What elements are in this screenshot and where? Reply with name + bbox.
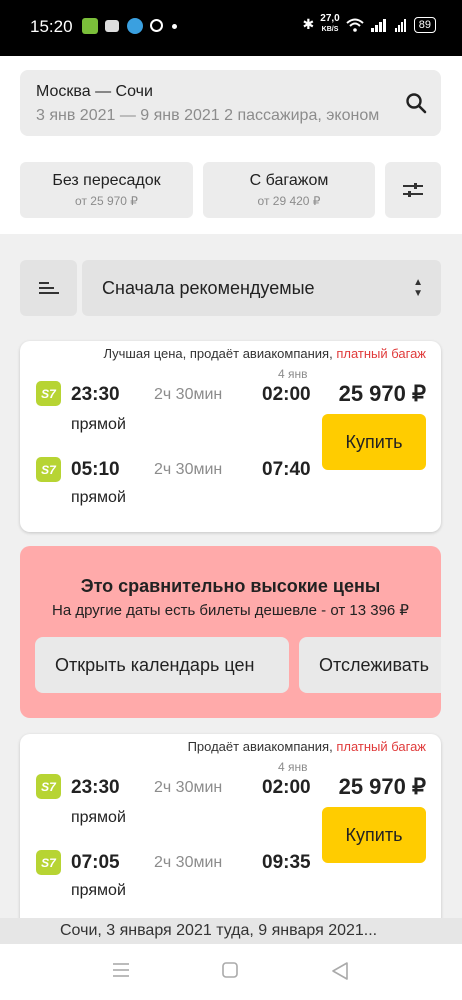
wifi-icon xyxy=(346,18,364,32)
search-footer[interactable]: Сочи, 3 января 2021 туда, 9 января 2021.… xyxy=(0,918,462,944)
search-details: 3 янв 2021 — 9 янв 2021 2 пассажира, эко… xyxy=(36,107,380,124)
dot-notification-icon xyxy=(172,24,177,29)
track-prices-button[interactable]: Отслеживать xyxy=(299,637,441,693)
system-navigation-bar xyxy=(0,944,462,1000)
offer-baggage-warning: платный багаж xyxy=(336,346,426,361)
offer-date: 4 янв xyxy=(278,367,308,381)
net-speed-unit: KB/S xyxy=(321,26,339,33)
sort-lines-icon xyxy=(38,282,59,294)
status-right: ✱ 27,0 KB/S 89 xyxy=(303,14,436,35)
sort-select-label: Сначала рекомендуемые xyxy=(102,278,315,298)
home-nav-icon[interactable] xyxy=(222,962,238,978)
buy-button[interactable]: Купить xyxy=(322,807,426,863)
price-alert-message: На другие даты есть билеты дешевле - от … xyxy=(52,602,409,619)
offer-baggage-warning: платный багаж xyxy=(336,739,426,754)
offer-header: Продаёт авиакомпания, платный багаж xyxy=(188,739,426,754)
inbound-duration: 2ч 30мин xyxy=(154,854,223,871)
gs-notification-icon xyxy=(105,20,119,32)
sort-order-button[interactable] xyxy=(20,260,77,316)
search-summary[interactable]: Москва — Сочи 3 янв 2021 — 9 янв 2021 2 … xyxy=(20,70,441,136)
outbound-depart: 23:30 xyxy=(71,384,120,405)
offer-price: 25 970 ₽ xyxy=(338,774,426,799)
search-header: Москва — Сочи 3 янв 2021 — 9 янв 2021 2 … xyxy=(0,56,462,234)
price-alert: Это сравнительно высокие цены На другие … xyxy=(20,546,441,718)
inbound-depart: 05:10 xyxy=(71,459,120,480)
offer-card[interactable]: Продаёт авиакомпания, платный багаж 4 ян… xyxy=(20,734,441,934)
outbound-arrive: 02:00 xyxy=(262,777,311,798)
inbound-depart: 07:05 xyxy=(71,852,120,873)
outbound-duration: 2ч 30мин xyxy=(154,386,223,403)
signal-icon xyxy=(370,18,386,32)
net-speed-value: 27,0 xyxy=(320,13,340,24)
select-arrows-icon: ▲ ▼ xyxy=(413,277,423,299)
signal-2-icon xyxy=(394,18,406,32)
network-speed: 27,0 KB/S xyxy=(320,14,339,35)
bluetooth-icon: ✱ xyxy=(302,16,315,32)
shield-notification-icon xyxy=(127,18,143,34)
s7-airline-logo: S7 xyxy=(36,457,61,482)
filter-nonstop[interactable]: Без пересадок от 25 970 ₽ xyxy=(20,162,193,218)
fan-notification-icon xyxy=(150,19,163,32)
filter-nonstop-price: от 25 970 ₽ xyxy=(75,194,138,208)
offer-seller: Продаёт авиакомпания, xyxy=(187,739,337,754)
outbound-depart: 23:30 xyxy=(71,777,120,798)
back-nav-icon[interactable] xyxy=(332,962,348,980)
inbound-arrive: 09:35 xyxy=(262,852,311,873)
inbound-arrive: 07:40 xyxy=(262,459,311,480)
s7-airline-logo: S7 xyxy=(36,381,61,406)
filter-baggage-title: С багажом xyxy=(249,172,329,189)
inbound-stops: прямой xyxy=(71,489,126,506)
gallery-notification-icon xyxy=(82,18,98,34)
status-time: 15:20 xyxy=(30,17,73,36)
status-bar: 15:20 ✱ 27,0 KB/S 89 xyxy=(0,0,462,56)
search-footer-text: Сочи, 3 января 2021 туда, 9 января 2021.… xyxy=(60,922,378,939)
search-icon[interactable] xyxy=(405,92,427,114)
outbound-arrive: 02:00 xyxy=(262,384,311,405)
buy-button[interactable]: Купить xyxy=(322,414,426,470)
sort-select[interactable]: Сначала рекомендуемые ▲ ▼ xyxy=(82,260,441,316)
filter-baggage-price: от 29 420 ₽ xyxy=(257,194,321,208)
s7-airline-logo: S7 xyxy=(36,850,61,875)
inbound-stops: прямой xyxy=(71,882,126,899)
offer-price: 25 970 ₽ xyxy=(338,381,426,406)
filter-settings-button[interactable] xyxy=(385,162,441,218)
offer-seller: Лучшая цена, продаёт авиакомпания, xyxy=(103,346,337,361)
inbound-duration: 2ч 30мин xyxy=(154,461,223,478)
battery-indicator: 89 xyxy=(413,16,436,33)
menu-nav-icon[interactable] xyxy=(112,962,130,978)
price-alert-title: Это сравнительно высокие цены xyxy=(80,576,381,596)
offer-header: Лучшая цена, продаёт авиакомпания, платн… xyxy=(103,346,426,361)
open-price-calendar-button[interactable]: Открыть календарь цен xyxy=(35,637,289,693)
offer-date: 4 янв xyxy=(278,760,308,774)
filter-baggage[interactable]: С багажом от 29 420 ₽ xyxy=(203,162,375,218)
outbound-stops: прямой xyxy=(71,416,126,433)
outbound-duration: 2ч 30мин xyxy=(154,779,223,796)
sliders-icon xyxy=(403,183,423,197)
outbound-stops: прямой xyxy=(71,809,126,826)
search-route: Москва — Сочи xyxy=(36,83,153,100)
s7-airline-logo: S7 xyxy=(36,774,61,799)
filter-nonstop-title: Без пересадок xyxy=(52,172,161,189)
offer-card[interactable]: Лучшая цена, продаёт авиакомпания, платн… xyxy=(20,341,441,532)
